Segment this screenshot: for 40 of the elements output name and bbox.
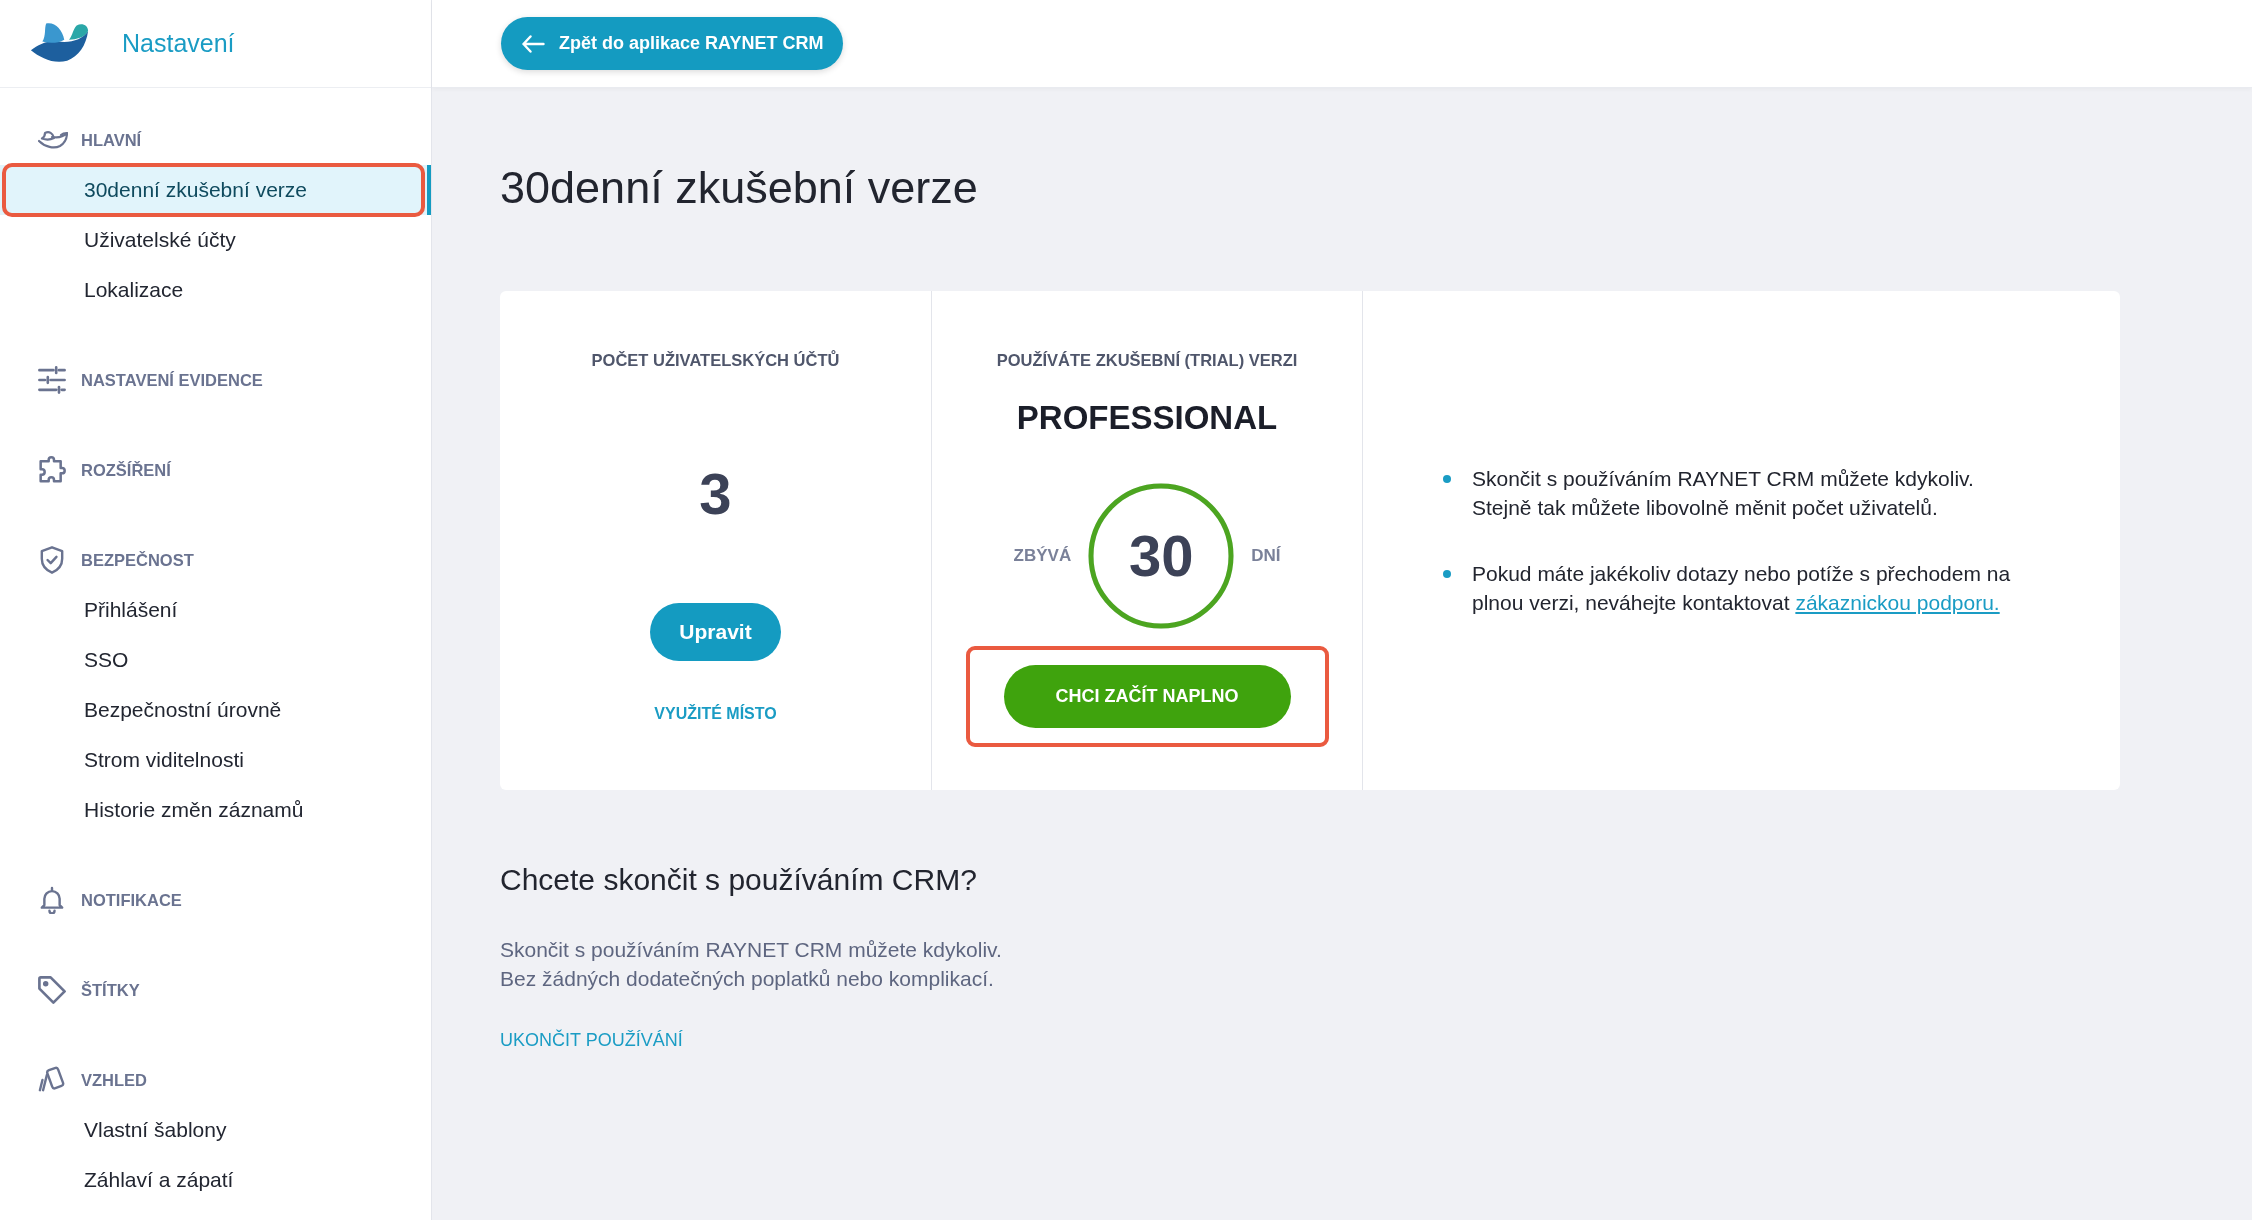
sidebar-item[interactable]: Lokalizace: [0, 265, 431, 315]
remaining-label: ZBÝVÁ: [1013, 546, 1072, 566]
sidebar-item[interactable]: Bezpečnostní úrovně: [0, 685, 431, 735]
days-count: 30: [1128, 523, 1194, 589]
bird-icon: [38, 130, 68, 150]
bullet-icon: [1443, 570, 1451, 578]
note-text: Pokud máte jakékoliv dotazy nebo potíže s přechodem na plnou verzi, neváhejte kontaktovat zákaznickou podporu.: [1472, 561, 2011, 616]
plan-name: PROFESSIONAL: [1016, 398, 1278, 438]
sidebar-item[interactable]: Přihlášení: [0, 585, 431, 635]
tag-icon: [38, 976, 66, 1004]
section-heading: BEZPEČNOST: [81, 550, 194, 570]
section-title: Chcete skončit s používáním CRM?: [500, 862, 977, 898]
section-heading: NOTIFIKACE: [81, 890, 182, 910]
sidebar-item[interactable]: Záhlaví a zápatí: [0, 1155, 431, 1205]
sidebar-item[interactable]: Uživatelské účty: [0, 215, 431, 265]
sidebar-item[interactable]: Vlastní šablony: [0, 1105, 431, 1155]
cancel-text: Skončit s používáním RAYNET CRM můžete kdykoliv. Bez žádných dodatečných poplatků nebo komplikací.: [500, 937, 1002, 992]
bell-icon: [38, 886, 66, 914]
puzzle-icon: [38, 456, 66, 484]
shield-icon: [38, 546, 66, 574]
section-heading: NASTAVENÍ EVIDENCE: [81, 370, 263, 390]
cards-icon: [38, 1066, 66, 1094]
sidebar-item[interactable]: SSO: [0, 635, 431, 685]
column-heading: POUŽÍVÁTE ZKUŠEBNÍ (TRIAL) VERZI: [996, 350, 1298, 371]
days-label: DNÍ: [1251, 546, 1281, 566]
section-heading: ŠTÍTKY: [81, 980, 140, 1000]
sidebar-item[interactable]: Historie změn záznamů: [0, 785, 431, 835]
sidebar-item[interactable]: 30denní zkušební verze: [0, 165, 431, 215]
page-title: 30denní zkušební verze: [500, 161, 978, 215]
bullet-icon: [1443, 475, 1451, 483]
arrow-left-icon: [520, 34, 547, 53]
section-heading: ROZŠÍŘENÍ: [81, 460, 171, 480]
app-title: Nastavení: [122, 29, 235, 58]
section-heading: HLAVNÍ: [81, 130, 142, 150]
note-text: Skončit s používáním RAYNET CRM můžete kdykoliv. Stejně tak můžete libovolně měnit počet uživatelů.: [1472, 466, 1974, 521]
sliders-icon: [38, 366, 66, 394]
section-heading: VZHLED: [81, 1070, 147, 1090]
column-heading: POČET UŽIVATELSKÝCH ÚČTŮ: [591, 349, 840, 371]
sidebar-item[interactable]: Strom viditelnosti: [0, 735, 431, 785]
account-count: 3: [699, 460, 732, 528]
